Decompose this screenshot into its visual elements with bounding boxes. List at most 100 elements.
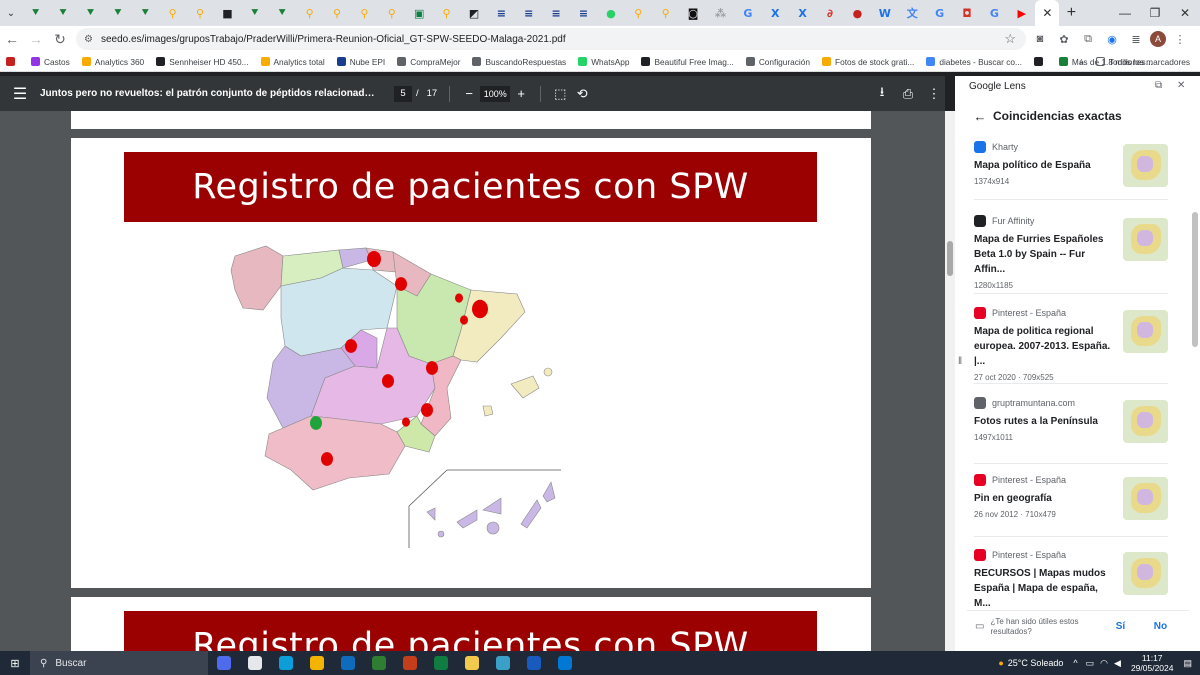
all-bookmarks[interactable]: Todos los marcadores (1090, 52, 1196, 72)
media-icon[interactable]: ≣ (1126, 28, 1146, 50)
zoom-out-icon[interactable]: − (458, 83, 480, 105)
browser-tab[interactable]: ◘ (953, 0, 980, 26)
notifications-icon[interactable]: ▤ (1183, 658, 1192, 669)
browser-tab[interactable]: W (871, 0, 898, 26)
browser-tab[interactable]: ⯆ (49, 0, 76, 26)
bookmark-item[interactable]: Sennheiser HD 450... (150, 52, 254, 72)
bookmark-item[interactable]: CompraMejor (391, 52, 466, 72)
bookmark-item[interactable]: Analytics total (255, 52, 331, 72)
browser-tab[interactable]: ◩ (460, 0, 487, 26)
browser-tab[interactable]: X (789, 0, 816, 26)
open-new-tab-icon[interactable]: ⧉ (1155, 80, 1162, 91)
browser-tab[interactable]: ⚲ (652, 0, 679, 26)
page-number-input[interactable]: 5 (394, 85, 412, 102)
browser-tab[interactable]: ≡ (570, 0, 597, 26)
download-icon[interactable]: ⭳ (871, 83, 893, 105)
browser-tab[interactable]: ⯆ (241, 0, 268, 26)
bookmark-item[interactable]: diabetes - Buscar co... (920, 52, 1028, 72)
close-window-icon[interactable]: ✕ (1170, 0, 1200, 26)
browser-tab[interactable]: ⚲ (378, 0, 405, 26)
browser-tab[interactable]: ■ (214, 0, 241, 26)
bookmark-item[interactable]: Beautiful Free Imag... (635, 52, 739, 72)
taskbar-app[interactable] (518, 651, 549, 675)
print-icon[interactable]: ⎙ (897, 83, 919, 105)
browser-tab[interactable]: ⚲ (296, 0, 323, 26)
minimize-icon[interactable]: — (1110, 0, 1140, 26)
browser-tab[interactable]: ⯆ (77, 0, 104, 26)
browser-tab[interactable]: ⚲ (351, 0, 378, 26)
forward-icon[interactable]: → (24, 27, 48, 51)
lens-scroll-thumb[interactable] (1192, 212, 1198, 347)
maximize-icon[interactable]: ❐ (1140, 0, 1170, 26)
volume-icon[interactable]: ◀ (1114, 658, 1121, 669)
tab-search-icon[interactable]: ⌄ (0, 0, 22, 26)
close-panel-icon[interactable]: ✕ (1177, 80, 1185, 91)
result-title[interactable]: Mapa de Furries Españoles Beta 1.0 by Sp… (974, 232, 1114, 277)
lens-icon[interactable]: ◉ (1102, 28, 1122, 50)
taskbar-app[interactable] (425, 651, 456, 675)
taskbar-app[interactable] (332, 651, 363, 675)
result-title[interactable]: RECURSOS | Mapas mudos España | Mapa de … (974, 566, 1114, 611)
bookmark-item[interactable]: Analytics 360 (76, 52, 150, 72)
bookmark-item[interactable]: Castos (25, 52, 76, 72)
avatar[interactable]: A (1150, 31, 1166, 47)
browser-tab[interactable]: ● (844, 0, 871, 26)
bookmark-item[interactable]: Fotos de stock grati... (816, 52, 920, 72)
taskbar-app[interactable] (456, 651, 487, 675)
network-icon[interactable]: ▭ (1086, 658, 1095, 669)
fit-page-icon[interactable]: ⬚ (549, 83, 571, 105)
taskbar-app[interactable] (239, 651, 270, 675)
browser-tab[interactable]: ≡ (542, 0, 569, 26)
panel-splitter[interactable]: ‖ (955, 76, 967, 651)
browser-tab[interactable]: G (734, 0, 761, 26)
clock[interactable]: 11:17 29/05/2024 (1131, 653, 1174, 673)
bookmark-item[interactable] (0, 52, 25, 72)
more-bookmarks-icon[interactable]: » (1073, 52, 1090, 72)
bookmark-item[interactable]: Configuración (740, 52, 816, 72)
taskbar-app[interactable] (394, 651, 425, 675)
new-tab-button[interactable]: + (1059, 4, 1083, 22)
lens-result-item[interactable]: gruptramuntana.com Fotos rutes a la Penín… (974, 396, 1168, 464)
browser-tab[interactable]: ⯆ (269, 0, 296, 26)
lens-result-item[interactable]: Kharty Mapa político de España 1374x914 (974, 140, 1168, 200)
lens-scrollbar[interactable] (1190, 138, 1200, 642)
result-thumbnail[interactable] (1123, 400, 1168, 443)
result-title[interactable]: Fotos rutes a la Península (974, 414, 1114, 429)
taskbar-app[interactable] (301, 651, 332, 675)
taskbar-search[interactable]: ⚲ Buscar (30, 651, 208, 675)
browser-tab[interactable]: ≡ (515, 0, 542, 26)
result-thumbnail[interactable] (1123, 218, 1168, 261)
pdf-scroll-thumb[interactable] (947, 241, 953, 276)
start-button[interactable]: ⊞ (0, 657, 30, 670)
browser-tab[interactable]: ⯆ (132, 0, 159, 26)
result-thumbnail[interactable] (1123, 477, 1168, 520)
browser-tab[interactable]: G (926, 0, 953, 26)
menu-icon[interactable]: ⋮ (1170, 28, 1190, 50)
zoom-in-icon[interactable]: + (510, 83, 532, 105)
lens-result-item[interactable]: Pinterest - España Pin en geografía 26 nov… (974, 473, 1168, 537)
lens-result-item[interactable]: Fur Affinity Mapa de Furries Españoles Be… (974, 214, 1168, 294)
bookmark-star-icon[interactable]: ☆ (1004, 31, 1016, 47)
lens-result-item[interactable]: Pinterest - España Mapa de politica regio… (974, 306, 1168, 384)
taskbar-app[interactable] (208, 651, 239, 675)
pdf-scrollbar[interactable] (945, 111, 955, 651)
taskbar-app[interactable] (363, 651, 394, 675)
bookmark-item[interactable]: WhatsApp (572, 52, 635, 72)
browser-tab[interactable]: 文 (899, 0, 926, 26)
result-title[interactable]: Pin en geografía (974, 491, 1114, 506)
result-thumbnail[interactable] (1123, 552, 1168, 595)
browser-tab[interactable]: ▣ (405, 0, 432, 26)
browser-tab[interactable]: ⯆ (22, 0, 49, 26)
more-icon[interactable]: ⋮ (923, 83, 945, 105)
camera-icon[interactable]: ◙ (1030, 28, 1050, 50)
feedback-no-button[interactable]: No (1140, 621, 1180, 632)
browser-tab[interactable]: ◙ (679, 0, 706, 26)
result-thumbnail[interactable] (1123, 310, 1168, 353)
drag-handle-icon[interactable]: ‖ (958, 356, 962, 367)
browser-tab[interactable]: ⚲ (433, 0, 460, 26)
close-tab-icon[interactable]: ✕ (1042, 6, 1052, 20)
browser-tab[interactable]: ⚲ (625, 0, 652, 26)
browser-tab[interactable]: ● (597, 0, 624, 26)
bookmark-item[interactable] (1028, 52, 1053, 72)
bookmark-item[interactable]: Nube EPI (331, 52, 392, 72)
